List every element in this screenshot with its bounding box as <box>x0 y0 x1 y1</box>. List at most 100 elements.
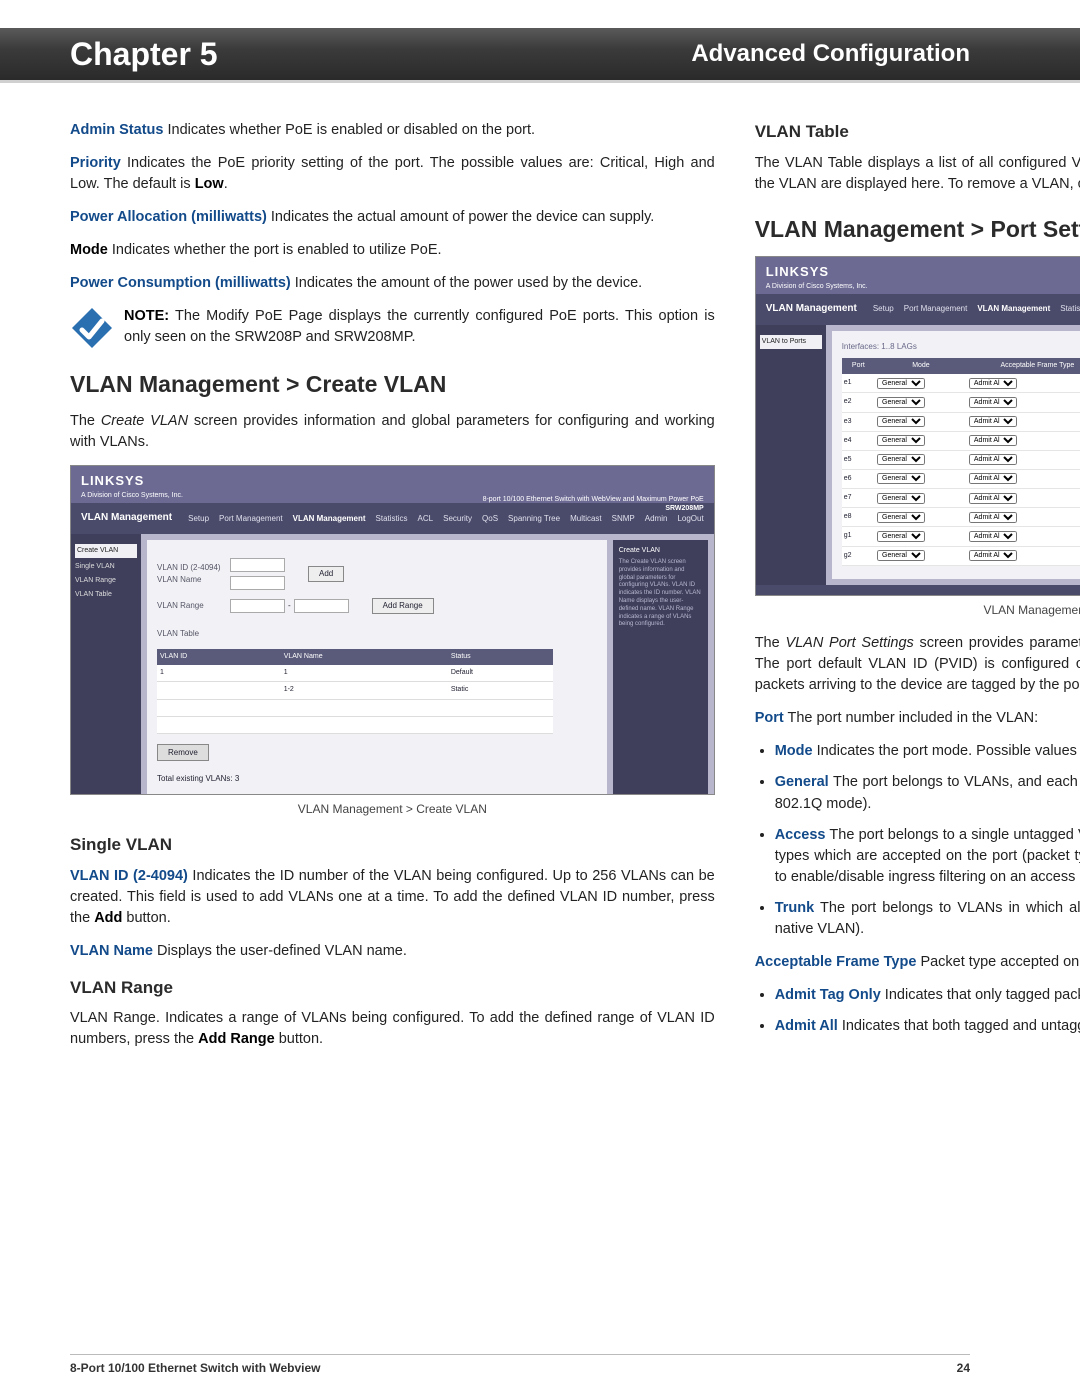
page-footer: 8-Port 10/100 Ethernet Switch with Webvi… <box>70 1354 970 1375</box>
text: The VLAN Table displays a list of all co… <box>755 155 1080 192</box>
term: VLAN Name <box>70 943 153 959</box>
term-admin-status: Admin Status <box>70 122 163 138</box>
td: Default <box>448 665 553 682</box>
nav-tab[interactable]: VLAN Management <box>293 513 366 525</box>
text: Create VLAN <box>101 413 188 429</box>
text: Packet type accepted on the port. Possib… <box>916 954 1080 970</box>
nav-tab[interactable]: VLAN Management <box>977 303 1050 315</box>
text: Indicates the actual amount of power the… <box>267 209 654 225</box>
table-row: e3GeneralAdmit All1 <box>842 412 1080 431</box>
frame-select[interactable]: Admit All <box>969 473 1017 484</box>
frame-select[interactable]: Admit All <box>969 378 1017 389</box>
mode-select[interactable]: General <box>877 550 925 561</box>
linksys-logo: LINKSYSA Division of Cisco Systems, Inc. <box>756 257 1080 294</box>
vlan-name-input[interactable] <box>230 576 285 590</box>
nav-tab[interactable]: Spanning Tree <box>508 513 560 525</box>
nav-tab[interactable]: Setup <box>188 513 209 525</box>
text: Add Range <box>198 1031 275 1047</box>
sidebar-item[interactable]: VLAN to Ports <box>760 335 822 349</box>
nav-tab[interactable]: SNMP <box>612 513 635 525</box>
nav-tab[interactable]: Admin <box>645 513 668 525</box>
term-mode: Mode <box>70 242 108 258</box>
sidebar-item[interactable]: Create VLAN <box>75 544 137 558</box>
para-aft: Acceptable Frame Type Packet type accept… <box>755 952 1080 973</box>
mode-select[interactable]: General <box>877 473 925 484</box>
nav-tab[interactable]: Port Management <box>904 303 968 315</box>
frame-select[interactable]: Admit All <box>969 550 1017 561</box>
add-button[interactable]: Add <box>308 566 344 582</box>
field-label: VLAN Name <box>157 574 227 586</box>
nav-tab[interactable]: ACL <box>418 513 434 525</box>
nav-tab[interactable]: Setup <box>873 303 894 315</box>
para-priority: Priority Indicates the PoE priority sett… <box>70 153 715 195</box>
frame-select[interactable]: Admit All <box>969 435 1017 446</box>
nav-tab[interactable]: Multicast <box>570 513 602 525</box>
text: button. <box>122 910 170 926</box>
mode-select[interactable]: General <box>877 378 925 389</box>
para-port: Port The port number included in the VLA… <box>755 708 1080 729</box>
table-label: VLAN Table <box>157 628 227 640</box>
sidebar-item[interactable]: VLAN Table <box>75 590 137 600</box>
nav-tab[interactable]: Port Management <box>219 513 283 525</box>
page: Chapter 5 Advanced Configuration Admin S… <box>0 0 1080 1397</box>
list-item: General The port belongs to VLANs, and e… <box>775 772 1080 814</box>
para-power-alloc: Power Allocation (milliwatts) Indicates … <box>70 207 715 228</box>
screenshot-main: Interfaces: 1..8 LAGs Port Mode Acceptab… <box>832 331 1080 579</box>
text: VLAN Range. Indicates a range of VLANs b… <box>70 1010 715 1047</box>
mode-select[interactable]: General <box>877 493 925 504</box>
field-label: VLAN Range <box>157 600 227 612</box>
left-sidebar: VLAN to Ports <box>756 325 826 585</box>
screenshot-body: VLAN to Ports Interfaces: 1..8 LAGs Port… <box>756 325 1080 585</box>
text: . <box>224 176 228 192</box>
frame-select[interactable]: Admit All <box>969 531 1017 542</box>
range-from-input[interactable] <box>230 599 285 613</box>
sidebar-item[interactable]: Single VLAN <box>75 562 137 572</box>
text: Displays the user-defined VLAN name. <box>153 943 407 959</box>
text: button. <box>275 1031 323 1047</box>
mode-select[interactable]: General <box>877 416 925 427</box>
text: Indicates that both tagged and untagged … <box>838 1018 1080 1034</box>
text: Indicates that only tagged packets are a… <box>881 987 1080 1003</box>
nav-tab[interactable]: Statistics <box>376 513 408 525</box>
mode-select[interactable]: General <box>877 435 925 446</box>
mode-select[interactable]: General <box>877 512 925 523</box>
nav-tab[interactable]: Statistics <box>1060 303 1080 315</box>
text: The <box>755 635 786 651</box>
td: Static <box>448 682 553 699</box>
table-row: e2GeneralAdmit All1 <box>842 393 1080 412</box>
frame-select[interactable]: Admit All <box>969 454 1017 465</box>
mode-select[interactable]: General <box>877 454 925 465</box>
range-to-input[interactable] <box>294 599 349 613</box>
list-item: Admit Tag Only Indicates that only tagge… <box>775 985 1080 1006</box>
frame-select[interactable]: Admit All <box>969 512 1017 523</box>
td: g1 <box>842 527 875 546</box>
text: The port number included in the VLAN: <box>784 710 1038 726</box>
nav-tab[interactable]: LogOut <box>677 513 703 525</box>
text: LINKSYS <box>81 473 144 488</box>
mode-select[interactable]: General <box>877 397 925 408</box>
content-columns: Admin Status Indicates whether PoE is en… <box>70 120 970 1337</box>
frame-select[interactable]: Admit All <box>969 397 1017 408</box>
term: General <box>775 774 829 790</box>
text: Indicates whether the port is enabled to… <box>108 242 442 258</box>
frame-select[interactable]: Admit All <box>969 493 1017 504</box>
add-range-button[interactable]: Add Range <box>372 598 434 614</box>
nav-tab[interactable]: QoS <box>482 513 498 525</box>
remove-button[interactable]: Remove <box>157 744 209 762</box>
vlan-table: VLAN IDVLAN NameStatus 11Default 1-2Stat… <box>157 649 553 734</box>
sidebar-item[interactable]: VLAN Range <box>75 576 137 586</box>
term-priority: Priority <box>70 155 121 171</box>
td: e6 <box>842 469 875 488</box>
mode-select[interactable]: General <box>877 531 925 542</box>
vlan-id-input[interactable] <box>230 558 285 572</box>
frame-select[interactable]: Admit All <box>969 416 1017 427</box>
text: Indicates whether PoE is enabled or disa… <box>163 122 535 138</box>
th: Mode <box>875 358 967 374</box>
screenshot-body: Create VLAN Single VLAN VLAN Range VLAN … <box>71 534 714 796</box>
right-column: VLAN Table The VLAN Table displays a lis… <box>755 120 1080 1337</box>
screenshot-create-vlan: LINKSYSA Division of Cisco Systems, Inc.… <box>70 465 715 795</box>
nav-tab[interactable]: Security <box>443 513 472 525</box>
para-power-cons: Power Consumption (milliwatts) Indicates… <box>70 273 715 294</box>
table-row: g2GeneralAdmit All1 <box>842 546 1080 565</box>
nav-heading: VLAN Management <box>766 302 857 317</box>
